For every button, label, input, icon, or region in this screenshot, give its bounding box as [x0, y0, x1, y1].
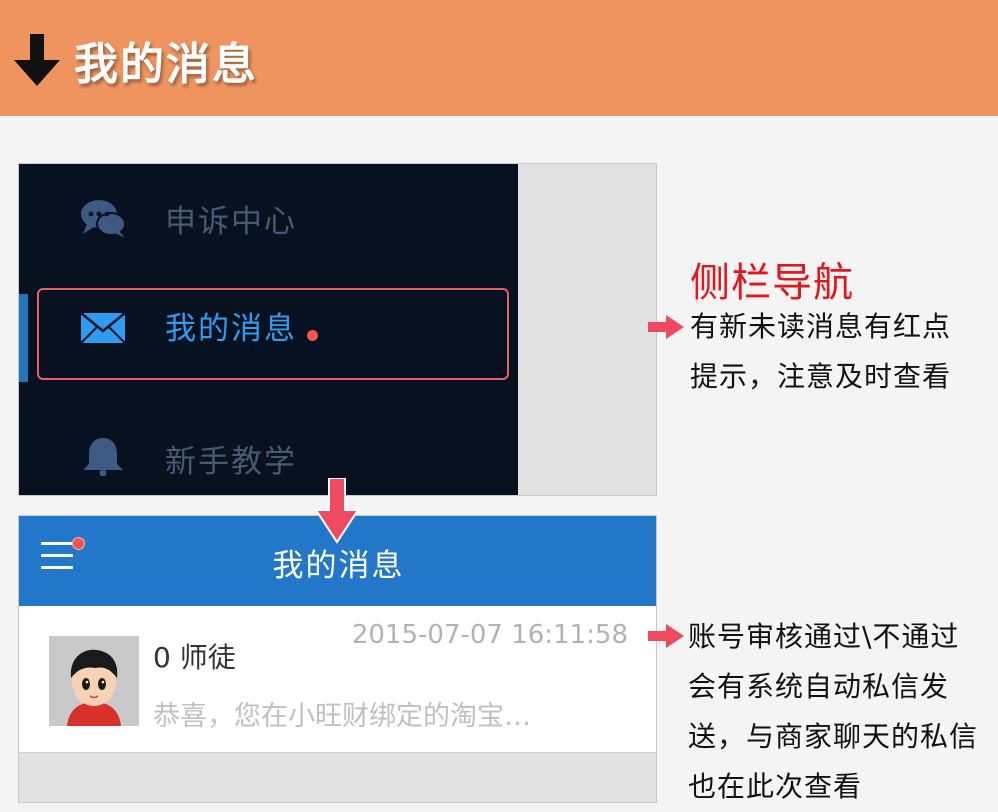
annotation-title: 侧栏导航: [690, 260, 854, 306]
messages-screenshot: 我的消息 0 师徒 2015-07-07 16:11:58 恭喜，您在小旺财绑定…: [18, 515, 657, 803]
annotation-messages: 账号审核通过\不通过 会有系统自动私信发 送，与商家聊天的私信 也在此次查看: [688, 612, 978, 812]
header-banner: 我的消息: [0, 0, 998, 116]
sidebar-item-complaint-center[interactable]: 申诉中心: [19, 182, 518, 252]
unread-dot: [307, 330, 318, 341]
screen-title: 我的消息: [272, 548, 405, 584]
sidebar-item-my-messages[interactable]: 我的消息: [19, 289, 518, 359]
message-preview: 恭喜，您在小旺财绑定的淘宝…: [153, 701, 531, 732]
arrow-right-icon: [648, 624, 684, 648]
sidebar-item-tutorial[interactable]: 新手教学: [19, 422, 518, 492]
sidebar-screenshot: 申诉中心 我的消息 新手教学: [18, 163, 657, 496]
sidebar-item-label: 申诉中心: [165, 204, 297, 240]
annotation-line: 也在此次查看: [688, 770, 863, 803]
annotation-line: 有新未读消息有红点: [690, 310, 952, 343]
arrow-down-icon: [314, 478, 360, 544]
annotation-line: 送，与商家聊天的私信: [688, 720, 979, 753]
message-timestamp: 2015-07-07 16:11:58: [351, 620, 628, 650]
envelope-icon: [80, 312, 126, 344]
bell-icon: [83, 438, 123, 476]
sidebar-nav: 申诉中心 我的消息 新手教学: [19, 164, 518, 495]
annotation-sidebar: 有新未读消息有红点 提示，注意及时查看: [690, 302, 951, 402]
chat-bubbles-icon: [81, 200, 126, 238]
arrow-down-icon: [14, 34, 60, 86]
page-title: 我的消息: [74, 39, 258, 90]
sidebar-item-label: 新手教学: [165, 444, 297, 480]
message-item[interactable]: 0 师徒 2015-07-07 16:11:58 恭喜，您在小旺财绑定的淘宝…: [19, 606, 656, 753]
annotation-line: 会有系统自动私信发: [688, 670, 950, 703]
sidebar-item-label: 我的消息: [165, 311, 297, 347]
avatar: [49, 636, 139, 726]
annotation-line: 提示，注意及时查看: [690, 360, 952, 393]
message-sender: 0 师徒: [153, 641, 236, 674]
arrow-right-icon: [648, 315, 684, 339]
annotation-line: 账号审核通过\不通过: [688, 620, 960, 653]
